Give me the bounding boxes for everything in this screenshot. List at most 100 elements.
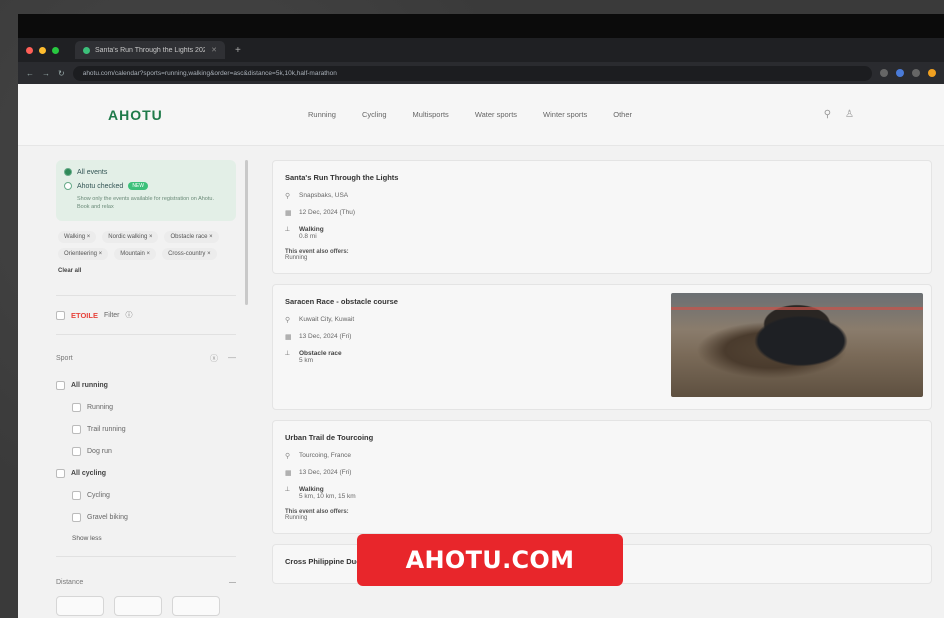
close-window-icon[interactable]	[26, 46, 33, 54]
show-less-link[interactable]: Show less	[56, 528, 236, 548]
calendar-icon: ▦	[285, 210, 292, 217]
checkbox[interactable]	[72, 402, 81, 412]
distance-text: 5 km, 10 km, 15 km	[299, 493, 356, 500]
distance-option[interactable]	[172, 596, 220, 617]
sidebar-scrollbar[interactable]	[245, 160, 248, 305]
sport-option-cycling[interactable]: Cycling	[56, 484, 236, 506]
event-title[interactable]: Saracen Race - obstacle course	[285, 297, 671, 306]
event-location: ⚲ Snapsbaks, USA	[285, 192, 919, 200]
screen: Santa's Run Through the Lights 2024 · Ah…	[18, 14, 944, 618]
filter-chip[interactable]: Cross-country ×	[162, 248, 217, 261]
location-text: Tourcoing, France	[299, 452, 352, 459]
collapse-icon[interactable]: —	[229, 579, 236, 586]
radio-button[interactable]	[64, 168, 72, 176]
event-date: ▦ 13 Dec, 2024 (Fri)	[285, 469, 919, 477]
event-type: ⟂ Obstacle race 5 km	[285, 350, 671, 364]
extension-icon[interactable]	[896, 69, 904, 77]
reset-icon[interactable]: ⓧ	[210, 353, 218, 364]
nav-item-cycling[interactable]: Cycling	[362, 110, 387, 119]
type-text: Walking	[299, 226, 324, 233]
filter-chip[interactable]: Mountain ×	[114, 248, 157, 261]
nav-item-multisports[interactable]: Multisports	[413, 110, 449, 119]
tab-title: Santa's Run Through the Lights 2024 · Ah…	[95, 46, 205, 54]
distance-option[interactable]	[56, 596, 104, 617]
distance-filter-header: Distance —	[56, 565, 236, 596]
event-title[interactable]: Urban Trail de Tourcoing	[285, 433, 919, 442]
location-text: Kuwait City, Kuwait	[299, 316, 355, 323]
sport-option-trail-running[interactable]: Trail running	[56, 418, 236, 440]
event-card[interactable]: Saracen Race - obstacle course ⚲ Kuwait …	[272, 284, 932, 410]
radio-all-events[interactable]: All events	[64, 168, 228, 176]
url-field[interactable]: ahotu.com/calendar?sports=running,walkin…	[72, 65, 872, 81]
nav-item-winter-sports[interactable]: Winter sports	[543, 110, 587, 119]
checkbox[interactable]	[72, 446, 81, 456]
reload-icon[interactable]: ↻	[58, 69, 65, 78]
event-title[interactable]: Santa's Run Through the Lights	[285, 173, 919, 182]
extension-icon[interactable]	[912, 69, 920, 77]
user-icon[interactable]: ♙	[845, 109, 854, 120]
profile-icon[interactable]	[928, 69, 936, 77]
active-filter-chips: Walking × Nordic walking × Obstacle race…	[56, 221, 236, 287]
location-pin-icon: ⚲	[285, 453, 291, 460]
sport-option-running[interactable]: Running	[56, 396, 236, 418]
favicon-icon	[83, 46, 90, 54]
extension-icon[interactable]	[880, 69, 888, 77]
url-text: ahotu.com/calendar?sports=running,walkin…	[82, 69, 337, 77]
sport-tree: All running Running Trail running Dog ru…	[56, 374, 236, 548]
checkbox[interactable]	[56, 468, 65, 478]
site-header: AHOTU Running Cycling Multisports Water …	[18, 84, 944, 146]
sport-filter-header: Sport ⓧ —	[56, 343, 236, 374]
forward-icon[interactable]: →	[42, 69, 50, 78]
sport-option-all-cycling[interactable]: All cycling	[56, 462, 236, 484]
etoile-filter[interactable]: ETOILE Filter ⓘ	[56, 304, 236, 326]
checkbox[interactable]	[56, 380, 65, 390]
divider	[56, 334, 236, 336]
collapse-icon[interactable]: —	[228, 353, 236, 364]
photo-tape	[671, 307, 923, 310]
date-text: 13 Dec, 2024 (Fri)	[299, 333, 352, 340]
close-tab-icon[interactable]: ✕	[211, 46, 217, 54]
checkbox[interactable]	[72, 424, 81, 434]
filter-chip[interactable]: Obstacle race ×	[164, 231, 219, 244]
sport-option-dog-run[interactable]: Dog run	[56, 440, 236, 462]
info-icon[interactable]: ⓘ	[126, 310, 133, 320]
filter-chip[interactable]: Walking ×	[58, 231, 97, 244]
browser-tab[interactable]: Santa's Run Through the Lights 2024 · Ah…	[75, 41, 225, 59]
site-logo[interactable]: AHOTU	[108, 107, 308, 123]
radio-button[interactable]	[64, 182, 72, 190]
option-label: Gravel biking	[87, 513, 128, 521]
minimize-window-icon[interactable]	[39, 46, 46, 54]
event-photo[interactable]	[671, 293, 923, 397]
filter-chip[interactable]: Orienteering ×	[58, 248, 109, 261]
filter-sidebar: All events Ahotu checked NEW Show only t…	[56, 160, 248, 617]
type-text: Walking	[299, 486, 324, 493]
option-label: Running	[87, 403, 114, 411]
distance-options	[56, 596, 236, 617]
checkbox[interactable]	[72, 490, 81, 500]
clear-all-button[interactable]: Clear all	[58, 265, 81, 277]
etoile-checkbox[interactable]	[56, 310, 65, 320]
filter-chip[interactable]: Nordic walking ×	[102, 231, 159, 244]
sport-option-gravel-biking[interactable]: Gravel biking	[56, 506, 236, 528]
checkbox[interactable]	[72, 512, 81, 522]
sport-icon: ⟂	[285, 486, 290, 493]
extensions	[880, 69, 936, 77]
nav-item-water-sports[interactable]: Water sports	[475, 110, 517, 119]
event-type: ⟂ Walking 5 km, 10 km, 15 km	[285, 486, 919, 500]
event-card[interactable]: Santa's Run Through the Lights ⚲ Snapsba…	[272, 160, 932, 274]
search-icon[interactable]: ⚲	[824, 109, 831, 120]
radio-ahotu-checked[interactable]: Ahotu checked NEW	[64, 182, 228, 190]
sport-option-all-running[interactable]: All running	[56, 374, 236, 396]
distance-text: 5 km	[299, 357, 314, 364]
distance-option[interactable]	[114, 596, 162, 617]
back-icon[interactable]: ←	[26, 69, 34, 78]
event-type-filter: All events Ahotu checked NEW Show only t…	[56, 160, 248, 305]
also-offers-value: Running	[285, 255, 308, 261]
new-tab-icon[interactable]: +	[235, 45, 241, 56]
maximize-window-icon[interactable]	[52, 46, 59, 54]
event-card[interactable]: Urban Trail de Tourcoing ⚲ Tourcoing, Fr…	[272, 420, 932, 534]
nav-item-other[interactable]: Other	[613, 110, 632, 119]
nav-item-running[interactable]: Running	[308, 110, 336, 119]
distance-text: 0.8 mi	[299, 233, 317, 240]
address-bar-row: ← → ↻ ahotu.com/calendar?sports=running,…	[18, 62, 944, 84]
